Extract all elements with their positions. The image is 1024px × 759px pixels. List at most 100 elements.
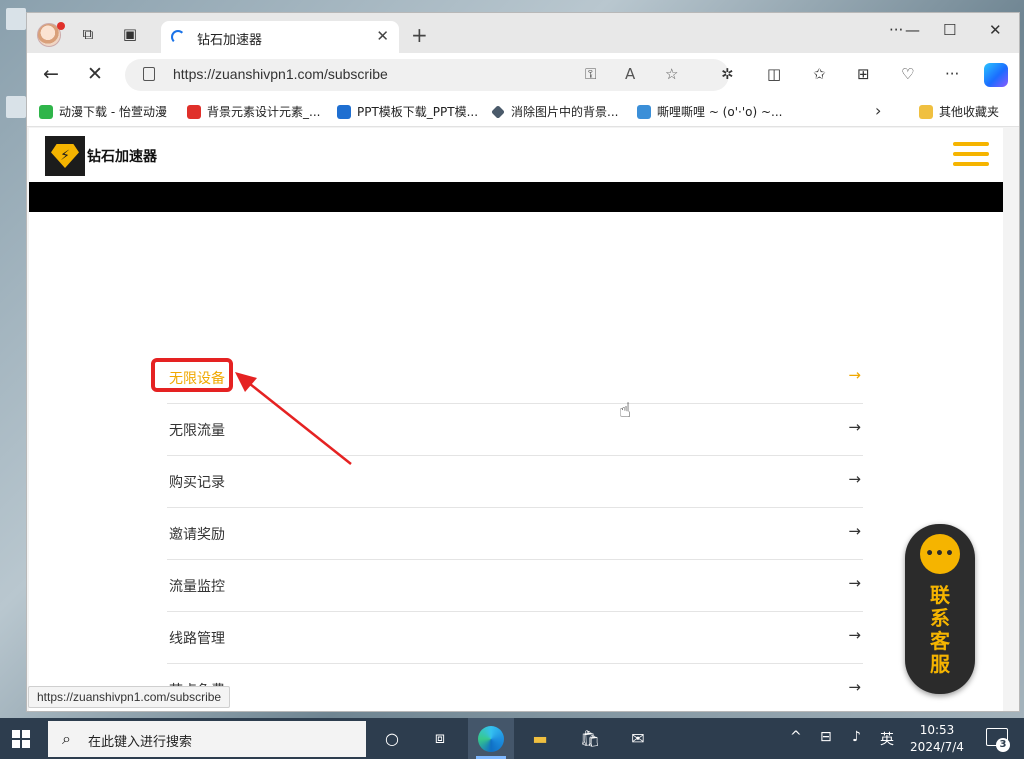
other-bookmarks-folder[interactable]: 其他收藏夹 <box>919 103 999 120</box>
settings-more-icon[interactable]: ··· <box>945 65 959 83</box>
window-close-icon[interactable]: ✕ <box>989 21 1002 39</box>
file-explorer-icon[interactable]: ▬ <box>528 726 552 750</box>
menu-item-label: 流量监控 <box>169 579 225 595</box>
split-screen-icon[interactable]: ◫ <box>767 65 781 83</box>
bookmark-item[interactable]: 动漫下载 - 怡萱动漫 <box>39 103 167 120</box>
mail-icon[interactable]: ✉ <box>626 726 650 750</box>
more-dots-icon[interactable]: ··· <box>889 21 903 39</box>
desktop-app-icon[interactable] <box>6 96 26 118</box>
bookmarks-overflow-chevron-icon[interactable]: › <box>875 101 881 120</box>
taskbar-clock[interactable]: 10:53 2024/7/4 <box>904 722 970 756</box>
tab-active[interactable]: 钻石加速器 ✕ <box>161 21 399 53</box>
browser-essentials-icon[interactable]: ♡ <box>901 65 914 83</box>
edge-browser-icon[interactable] <box>478 726 504 752</box>
cortana-icon[interactable]: ○ <box>380 726 404 750</box>
lock-icon[interactable] <box>143 67 155 81</box>
site-brand: 钻石加速器 <box>87 149 157 165</box>
other-bookmarks-label: 其他收藏夹 <box>939 105 1000 119</box>
tab-title: 钻石加速器 <box>197 33 263 48</box>
bookmark-item[interactable]: 消除图片中的背景... <box>491 103 618 120</box>
chat-bubble-icon: ••• <box>920 534 960 574</box>
task-view-icon[interactable]: ⧈ <box>428 726 452 750</box>
link-status-tooltip: https://zuanshivpn1.com/subscribe <box>28 686 231 708</box>
arrow-right-icon: → <box>848 470 861 488</box>
address-url[interactable]: https://zuanshivpn1.com/subscribe <box>173 66 388 82</box>
menu-item-label: 无限设备 <box>169 371 225 387</box>
menu-item-free-nodes[interactable]: 节点免费 → <box>167 664 863 711</box>
bookmark-label: 动漫下载 - 怡萱动漫 <box>59 105 167 119</box>
arrow-right-icon: → <box>848 418 861 436</box>
bookmark-favicon-icon <box>337 104 351 119</box>
bookmark-item[interactable]: 嘶哩嘶哩 ~ (o'·'o) ~... <box>637 103 782 120</box>
read-aloud-icon[interactable]: A <box>625 65 635 83</box>
header-band <box>29 182 1003 212</box>
stop-loading-icon[interactable]: ✕ <box>87 63 103 85</box>
menu-item-traffic-monitor[interactable]: 流量监控 → <box>167 560 863 612</box>
copilot-icon[interactable] <box>984 63 1008 87</box>
menu-item-label: 线路管理 <box>169 631 225 647</box>
network-icon[interactable]: ⊟ <box>820 729 832 745</box>
site-logo[interactable]: ⚡ <box>45 136 85 176</box>
browser-toolbar: ← ✕ https://zuanshivpn1.com/subscribe ⚿ … <box>27 53 1019 97</box>
collections-icon[interactable]: ⊞ <box>857 65 870 83</box>
tab-bar: ⧉ ▣ 钻石加速器 ✕ + ··· — ☐ ✕ <box>27 13 1019 53</box>
arrow-right-icon: → <box>848 574 861 592</box>
bookmark-label: PPT模板下载_PPT模... <box>357 105 479 119</box>
address-bar[interactable]: https://zuanshivpn1.com/subscribe ⚿ A ☆ <box>125 59 729 91</box>
bookmark-label: 背景元素设计元素_... <box>207 105 321 119</box>
browser-window: ⧉ ▣ 钻石加速器 ✕ + ··· — ☐ ✕ ← ✕ https://zuan… <box>26 12 1020 712</box>
loading-spinner-icon <box>171 30 185 44</box>
bookmark-label: 嘶哩嘶哩 ~ (o'·'o) ~... <box>657 105 783 119</box>
customer-service-label: 联系客服 <box>930 583 950 676</box>
volume-icon[interactable]: ♪ <box>852 729 861 745</box>
favorites-icon[interactable]: ✩ <box>813 65 826 83</box>
menu-item-label: 邀请奖励 <box>169 527 225 543</box>
menu-item-invite-rewards[interactable]: 邀请奖励 → <box>167 508 863 560</box>
site-header: ⚡ 钻石加速器 <box>29 128 1003 182</box>
new-tab-icon[interactable]: + <box>411 23 428 47</box>
clock-time: 10:53 <box>919 723 955 737</box>
menu-item-route-management[interactable]: 线路管理 → <box>167 612 863 664</box>
bookmarks-bar: 动漫下载 - 怡萱动漫 背景元素设计元素_... PPT模板下载_PPT模...… <box>27 97 1019 127</box>
profile-notification-dot <box>57 22 65 30</box>
ime-indicator[interactable]: 英 <box>880 729 894 749</box>
arrow-right-icon: → <box>848 366 861 384</box>
search-placeholder: 在此键入进行搜索 <box>88 735 193 750</box>
hand-pointer-cursor-icon: ☝ <box>619 398 632 422</box>
extensions-icon[interactable]: ✲ <box>721 65 734 83</box>
windows-start-icon[interactable] <box>12 730 30 748</box>
desktop-recycle-icon[interactable] <box>6 8 26 30</box>
customer-service-button[interactable]: ••• 联系客服 <box>905 524 975 694</box>
notification-count-badge: 3 <box>996 738 1010 752</box>
bookmark-favicon-icon <box>187 104 201 119</box>
search-icon: ⌕ <box>62 729 71 748</box>
arrow-right-icon: → <box>848 522 861 540</box>
clock-date: 2024/7/4 <box>910 740 964 754</box>
folder-icon <box>919 104 933 119</box>
tab-actions-icon[interactable]: ▣ <box>119 23 141 45</box>
bookmark-favicon-icon <box>491 104 505 119</box>
back-icon[interactable]: ← <box>43 63 59 85</box>
bookmark-favicon-icon <box>39 104 53 119</box>
maximize-icon[interactable]: ☐ <box>943 21 956 39</box>
store-icon[interactable]: 🛍 <box>578 726 602 750</box>
key-icon[interactable]: ⚿ <box>585 65 596 83</box>
arrow-right-icon: → <box>848 678 861 696</box>
minimize-icon[interactable]: — <box>905 21 920 39</box>
bookmark-item[interactable]: PPT模板下载_PPT模... <box>337 103 478 120</box>
web-page: ⚡ 钻石加速器 无限设备 → 无限流量 → 购买记录 → 邀请奖励 → 流量监控… <box>29 128 1003 711</box>
workspaces-icon[interactable]: ⧉ <box>77 23 99 45</box>
annotation-red-arrow <box>235 372 352 465</box>
bookmark-favicon-icon <box>637 104 651 119</box>
hamburger-menu-icon[interactable] <box>953 142 989 166</box>
windows-taskbar: ⌕ 在此键入进行搜索 ○ ⧈ ▬ 🛍 ✉ ^ ⊟ ♪ 英 10:53 2024/… <box>0 718 1024 759</box>
arrow-right-icon: → <box>848 626 861 644</box>
lightning-diamond-icon: ⚡ <box>51 144 79 168</box>
tab-close-icon[interactable]: ✕ <box>376 27 389 45</box>
taskbar-search[interactable]: ⌕ 在此键入进行搜索 <box>48 721 366 757</box>
bookmark-item[interactable]: 背景元素设计元素_... <box>187 103 320 120</box>
favorite-star-icon[interactable]: ☆ <box>665 65 678 83</box>
tray-overflow-chevron-icon[interactable]: ^ <box>790 729 802 745</box>
menu-item-label: 购买记录 <box>169 475 225 491</box>
menu-item-label: 无限流量 <box>169 423 225 439</box>
